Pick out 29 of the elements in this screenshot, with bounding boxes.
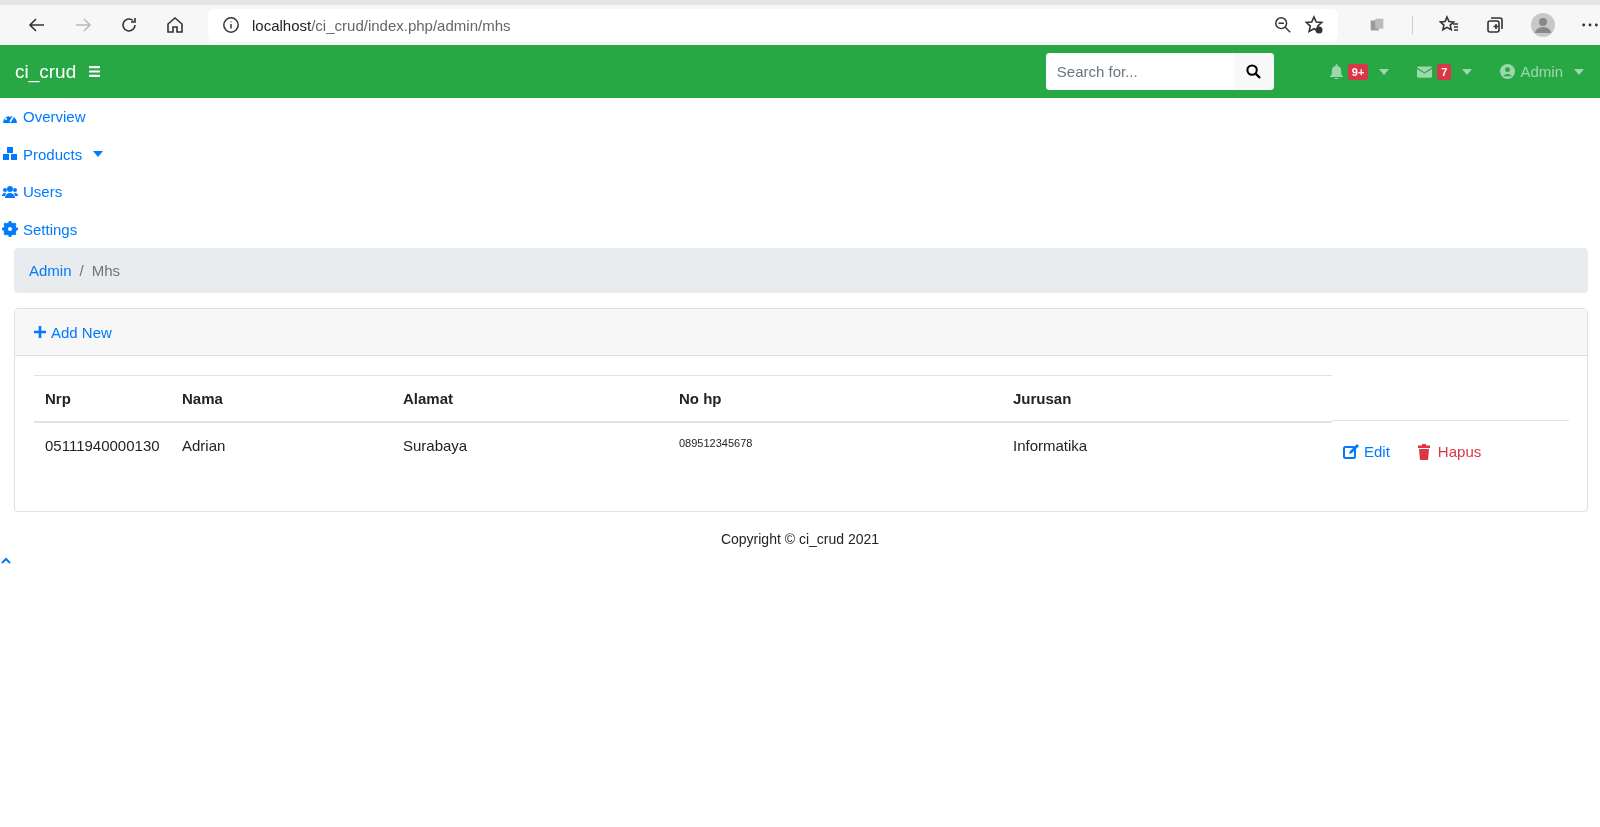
delete-link[interactable]: Hapus <box>1416 443 1482 460</box>
sidebar-link[interactable]: Settings <box>0 210 78 248</box>
table-cell-text: 05111940000130 <box>44 436 161 456</box>
copyright-text: Copyright © ci_crud 2021 <box>720 531 880 547</box>
alerts-dropdown[interactable]: 9+ <box>1329 63 1390 80</box>
column-header: Nrp <box>34 375 171 423</box>
user-name: Admin <box>1520 63 1563 80</box>
table-cell-text: 089512345678 <box>678 436 754 451</box>
column-header: Nama <box>171 375 392 423</box>
breadcrumb-link[interactable]: Admin <box>29 262 72 279</box>
url-text: localhost/ci_crud/index.php/admin/mhs <box>252 16 511 34</box>
alerts-count-badge: 9+ <box>1347 63 1369 80</box>
messages-dropdown[interactable]: 7 <box>1417 63 1473 80</box>
table-cell-text: Informatika <box>1012 436 1089 456</box>
breadcrumb-current: Mhs <box>91 262 121 279</box>
table-cell-text: Surabaya <box>402 436 469 456</box>
sidebar-link[interactable]: Users <box>0 173 63 211</box>
column-header: Jurusan <box>1002 375 1332 423</box>
sidebar-link[interactable]: Overview <box>0 98 86 136</box>
column-header: Alamat <box>392 375 668 423</box>
messages-count-badge: 7 <box>1437 63 1452 80</box>
brand-link[interactable]: ci_crud <box>15 60 77 83</box>
address-bar[interactable]: localhost/ci_crud/index.php/admin/mhs <box>208 9 1338 41</box>
add-new-link[interactable]: Add New <box>34 323 112 341</box>
column-header: No hp <box>668 375 1002 423</box>
table-cell-text: Adrian <box>181 436 227 456</box>
edit-link[interactable]: Edit <box>1343 443 1390 460</box>
breadcrumb-separator: / <box>78 262 85 279</box>
sidebar-link[interactable]: Products <box>0 135 104 173</box>
